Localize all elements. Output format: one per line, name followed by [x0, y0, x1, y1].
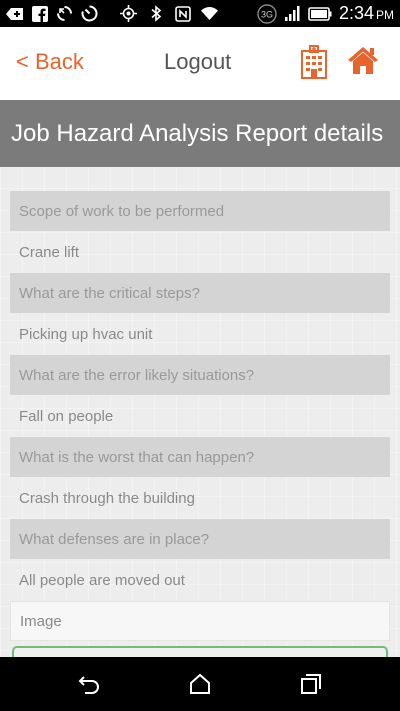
wifi-icon: [201, 5, 218, 22]
bluetooth-icon: [147, 5, 164, 22]
question-field: Scope of work to be performed: [10, 191, 390, 231]
answer-text: All people are moved out: [19, 572, 185, 589]
nfc-icon: [174, 5, 191, 22]
question-field: What are the critical steps?: [10, 273, 390, 313]
add-icon: [6, 5, 23, 22]
image-field[interactable]: Image: [10, 601, 390, 641]
home-icon[interactable]: [347, 45, 379, 79]
question-field: What defenses are in place?: [10, 519, 390, 559]
sync-icon: [56, 5, 73, 22]
timer-icon: [81, 5, 98, 22]
signal-icon: [284, 5, 301, 22]
logout-button[interactable]: Logout: [164, 49, 231, 75]
status-bar: 3G 2:34 PM: [0, 0, 400, 27]
network-3g-icon: 3G: [257, 3, 277, 24]
answer-text: Fall on people: [19, 408, 114, 425]
answer-text: Crane lift: [19, 244, 80, 261]
facebook-icon: [31, 5, 48, 22]
back-nav-icon[interactable]: [77, 672, 101, 696]
battery-icon: [308, 5, 332, 22]
status-clock: 2:34 PM: [338, 3, 394, 23]
question-field: What is the worst that can happen?: [10, 437, 390, 477]
page-title: Job Hazard Analysis Report details: [0, 100, 400, 167]
back-button[interactable]: < Back: [16, 49, 84, 75]
report-details: Scope of work to be performed Crane lift…: [0, 167, 400, 657]
recents-nav-icon[interactable]: [299, 672, 323, 696]
answer-text: Picking up hvac unit: [19, 326, 153, 343]
network-label: 3G: [261, 9, 273, 19]
gps-icon: [120, 5, 137, 22]
image-upload-box[interactable]: [12, 646, 388, 657]
home-nav-icon[interactable]: [188, 672, 212, 696]
app-header: < Back Logout: [0, 27, 400, 100]
answer-text: Crash through the building: [19, 490, 195, 507]
navigation-bar: [0, 657, 400, 711]
question-field: What are the error likely situations?: [10, 355, 390, 395]
building-icon[interactable]: [298, 45, 330, 79]
